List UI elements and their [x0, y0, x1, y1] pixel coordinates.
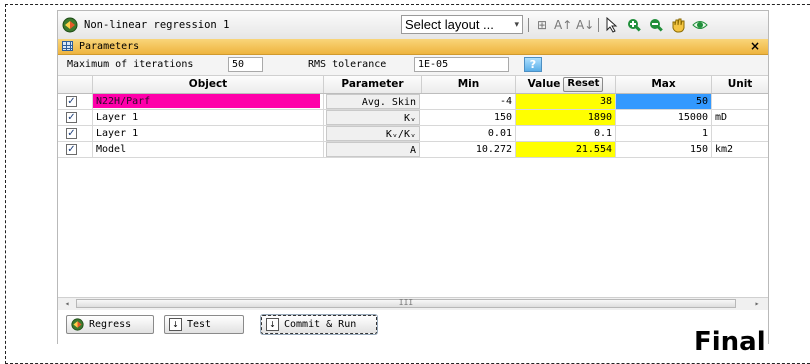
regress-button[interactable]: Regress: [66, 315, 154, 334]
table-row[interactable]: ✓ Layer 1 Kᵥ 150 1890 15000 mD: [58, 110, 768, 126]
value-cell[interactable]: 1890: [516, 110, 616, 125]
value-cell[interactable]: 0.1: [516, 126, 616, 141]
column-header-max[interactable]: Max: [616, 76, 712, 93]
max-iterations-label: Maximum of iterations: [67, 59, 194, 70]
parameter-cell: Avg. Skin: [326, 94, 420, 109]
column-header-object[interactable]: Object: [93, 76, 324, 93]
column-header-value[interactable]: Value Reset: [516, 76, 616, 93]
pointer-icon[interactable]: [604, 17, 618, 33]
scroll-left-icon[interactable]: ◂: [60, 298, 74, 310]
scrollbar-thumb[interactable]: III: [76, 299, 736, 308]
row-checkbox-cell: ✓: [58, 142, 93, 157]
commit-run-button[interactable]: ↓ Commit & Run: [260, 314, 378, 335]
object-cell[interactable]: N22H/Parf: [93, 94, 324, 109]
parameters-table: Object Parameter Min Value Reset Max Unit…: [58, 76, 768, 296]
table-row[interactable]: ✓ Layer 1 Kᵥ/Kᵥ 0.01 0.1 1: [58, 126, 768, 142]
parameter-cell: Kᵥ: [326, 110, 420, 125]
max-iterations-input[interactable]: 50: [228, 57, 263, 72]
hand-icon[interactable]: [670, 17, 686, 33]
panel-title: Parameters: [79, 41, 140, 52]
scroll-right-icon[interactable]: ▸: [750, 298, 764, 310]
font-smaller-icon[interactable]: A↓: [576, 17, 594, 33]
help-button[interactable]: ?: [524, 57, 542, 72]
parameter-cell: A: [326, 142, 420, 157]
unit-cell: km2: [715, 144, 734, 155]
max-cell[interactable]: 1: [616, 126, 712, 141]
layout-select-value: Select layout ...: [405, 17, 494, 32]
regression-settings: Maximum of iterations 50 RMS tolerance 1…: [58, 55, 768, 76]
layout-select[interactable]: Select layout ... ▾: [401, 15, 523, 34]
max-cell[interactable]: 50: [616, 94, 712, 109]
value-cell[interactable]: 38: [516, 94, 616, 109]
regress-button-label: Regress: [89, 319, 132, 330]
table-grid-icon: [62, 41, 73, 51]
unit-cell: [712, 94, 768, 109]
min-cell[interactable]: 0.01: [422, 126, 516, 141]
parameter-cell: Kᵥ/Kᵥ: [326, 126, 420, 141]
reset-button[interactable]: Reset: [563, 77, 604, 92]
toolbar-separator: [528, 18, 529, 32]
row-checkbox-cell: ✓: [58, 110, 93, 125]
parameters-panel-header: Parameters ×: [58, 39, 768, 55]
column-header-unit[interactable]: Unit: [712, 76, 768, 93]
column-header-check: [58, 76, 93, 93]
object-cell[interactable]: Layer 1: [93, 126, 324, 141]
row-checkbox-cell: ✓: [58, 94, 93, 109]
row-checkbox[interactable]: ✓: [66, 128, 77, 139]
eye-icon[interactable]: [692, 17, 708, 33]
column-header-min[interactable]: Min: [422, 76, 516, 93]
row-checkbox-cell: ✓: [58, 126, 93, 141]
document-download-icon: ↓: [169, 318, 182, 331]
min-cell[interactable]: 10.272: [422, 142, 516, 157]
unit-cell: [712, 126, 768, 141]
row-checkbox[interactable]: ✓: [66, 112, 77, 123]
row-checkbox[interactable]: ✓: [66, 144, 77, 155]
document-download-icon: ↓: [266, 318, 279, 331]
object-cell[interactable]: Model: [93, 142, 324, 157]
object-name: N22H/Parf: [93, 94, 320, 108]
font-bigger-icon[interactable]: A↑: [554, 17, 572, 33]
title-bar: Non-linear regression 1 Select layout ..…: [58, 11, 768, 40]
toolbar-separator: [598, 18, 599, 32]
unit-cell: mD: [715, 112, 728, 123]
commit-run-button-label: Commit & Run: [284, 319, 357, 330]
max-cell[interactable]: 150: [616, 142, 712, 157]
action-bar: Regress ↓ Test ↓ Commit & Run: [58, 310, 768, 344]
regression-window: Non-linear regression 1 Select layout ..…: [57, 10, 769, 344]
column-header-parameter[interactable]: Parameter: [324, 76, 422, 93]
table-header: Object Parameter Min Value Reset Max Unit: [58, 76, 768, 94]
final-overlay-text: Final: [694, 327, 766, 357]
zoom-in-icon[interactable]: [626, 17, 642, 33]
regression-icon: [62, 17, 78, 33]
close-icon[interactable]: ×: [750, 39, 760, 53]
chevron-down-icon: ▾: [514, 19, 519, 29]
row-checkbox[interactable]: ✓: [66, 96, 77, 107]
test-button-label: Test: [187, 319, 212, 330]
value-cell[interactable]: 21.554: [516, 142, 616, 157]
table-row[interactable]: ✓ N22H/Parf Avg. Skin -4 38 50: [58, 94, 768, 110]
value-header-label: Value: [527, 78, 561, 90]
min-cell[interactable]: -4: [422, 94, 516, 109]
table-row[interactable]: ✓ Model A 10.272 21.554 150 km2: [58, 142, 768, 158]
zoom-out-icon[interactable]: [648, 17, 664, 33]
test-button[interactable]: ↓ Test: [164, 315, 244, 334]
max-cell[interactable]: 15000: [616, 110, 712, 125]
object-cell[interactable]: Layer 1: [93, 110, 324, 125]
rms-tolerance-label: RMS tolerance: [308, 59, 387, 70]
rms-tolerance-input[interactable]: 1E-05: [414, 57, 509, 72]
min-cell[interactable]: 150: [422, 110, 516, 125]
table-abc-icon[interactable]: ⊞: [534, 17, 550, 33]
regression-icon: [71, 318, 84, 331]
window-title: Non-linear regression 1: [84, 19, 230, 31]
horizontal-scrollbar[interactable]: ◂ III ▸: [58, 297, 768, 310]
